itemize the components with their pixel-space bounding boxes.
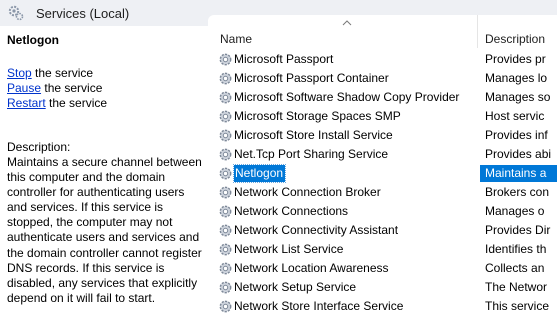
service-description-cell: Host servic: [485, 109, 545, 123]
service-name-cell: Netlogon: [232, 164, 287, 183]
restart-action-text: the service: [45, 96, 108, 110]
service-description-cell: Provides inf: [485, 128, 548, 142]
selected-service-name: Netlogon: [7, 33, 59, 47]
service-name-cell: Microsoft Passport: [234, 52, 334, 66]
service-name-cell: Microsoft Storage Spaces SMP: [234, 109, 401, 123]
service-gear-icon: [218, 185, 233, 200]
service-description-cell: This service: [485, 299, 550, 313]
service-row[interactable]: Network List Service Identifies th: [208, 240, 557, 259]
stop-action-text: the service: [31, 66, 94, 80]
service-gear-icon: [218, 299, 233, 314]
service-gear-icon: [218, 52, 233, 67]
service-row[interactable]: Microsoft Software Shadow Copy Provider M…: [208, 88, 557, 107]
column-header-description[interactable]: Description: [485, 32, 545, 46]
service-gear-icon: [218, 204, 233, 219]
service-row[interactable]: Network Connections Manages o: [208, 202, 557, 221]
service-description-cell: Provides abi: [485, 147, 552, 161]
service-name-cell: Network Store Interface Service: [234, 299, 404, 313]
pause-action: Pause the service: [7, 81, 107, 96]
service-name-cell: Network Connections: [234, 204, 349, 218]
service-description-cell: Identifies th: [485, 242, 547, 256]
restart-link[interactable]: Restart: [7, 96, 46, 110]
service-row[interactable]: Netlogon Maintains a: [208, 164, 557, 183]
service-name-cell: Network Location Awareness: [234, 261, 389, 275]
service-gear-icon: [218, 261, 233, 276]
service-name-cell: Microsoft Passport Container: [234, 71, 389, 85]
service-description-cell: Provides pr: [485, 52, 546, 66]
service-name-cell: Net.Tcp Port Sharing Service: [234, 147, 389, 161]
service-name-cell: Network Setup Service: [234, 280, 357, 294]
service-gear-icon: [218, 223, 233, 238]
list-header: Name Description: [208, 15, 557, 48]
pause-action-text: the service: [41, 81, 103, 95]
service-row[interactable]: Microsoft Storage Spaces SMP Host servic: [208, 107, 557, 126]
service-gear-icon: [218, 242, 233, 257]
sort-ascending-icon: [342, 20, 352, 26]
service-name-cell: Microsoft Software Shadow Copy Provider: [234, 90, 460, 104]
service-description-cell: Maintains a: [480, 165, 557, 182]
service-gear-icon: [218, 109, 233, 124]
service-gear-icon: [218, 147, 233, 162]
service-row[interactable]: Net.Tcp Port Sharing Service Provides abi: [208, 145, 557, 164]
service-gear-icon: [218, 71, 233, 86]
service-row[interactable]: Network Connection Broker Brokers con: [208, 183, 557, 202]
service-description-cell: Collects an: [485, 261, 545, 275]
service-row[interactable]: Network Location Awareness Collects an: [208, 259, 557, 278]
service-name-cell: Network Connection Broker: [234, 185, 381, 199]
description-heading: Description:: [7, 140, 71, 154]
service-row[interactable]: Microsoft Passport Container Manages lo: [208, 69, 557, 88]
services-gear-icon: [8, 5, 24, 21]
service-row[interactable]: Microsoft Store Install Service Provides …: [208, 126, 557, 145]
service-gear-icon: [218, 128, 233, 143]
column-divider[interactable]: [477, 15, 478, 48]
service-name-cell: Microsoft Store Install Service: [234, 128, 393, 142]
service-description: Maintains a secure channel between this …: [7, 155, 202, 305]
service-rows: Microsoft Passport Provides pr Microsoft P…: [208, 50, 557, 316]
service-gear-icon: [218, 90, 233, 105]
service-description-cell: Provides Dir: [485, 223, 551, 237]
service-description-cell: Manages lo: [485, 71, 548, 85]
services-list: Name Description Microsoft Passport Provi…: [208, 15, 557, 319]
restart-action: Restart the service: [7, 96, 107, 111]
stop-link[interactable]: Stop: [7, 66, 32, 80]
stop-action: Stop the service: [7, 66, 107, 81]
service-gear-icon: [218, 166, 233, 181]
service-row[interactable]: Network Setup Service The Networ: [208, 278, 557, 297]
service-gear-icon: [218, 280, 233, 295]
service-description-cell: Manages so: [485, 90, 551, 104]
service-description-cell: Brokers con: [485, 185, 550, 199]
service-name-cell: Network List Service: [234, 242, 344, 256]
service-actions: Stop the service Pause the service Resta…: [7, 66, 107, 111]
service-name-cell: Network Connectivity Assistant: [234, 223, 399, 237]
service-row[interactable]: Network Store Interface Service This serv…: [208, 297, 557, 316]
service-row[interactable]: Network Connectivity Assistant Provides D…: [208, 221, 557, 240]
service-details-pane: Netlogon Stop the service Pause the serv…: [0, 26, 208, 319]
service-description-cell: Manages o: [485, 204, 545, 218]
window-title: Services (Local): [36, 6, 130, 21]
pause-link[interactable]: Pause: [7, 81, 41, 95]
column-header-name[interactable]: Name: [220, 32, 252, 46]
service-row[interactable]: Microsoft Passport Provides pr: [208, 50, 557, 69]
service-description-cell: The Networ: [485, 280, 548, 294]
